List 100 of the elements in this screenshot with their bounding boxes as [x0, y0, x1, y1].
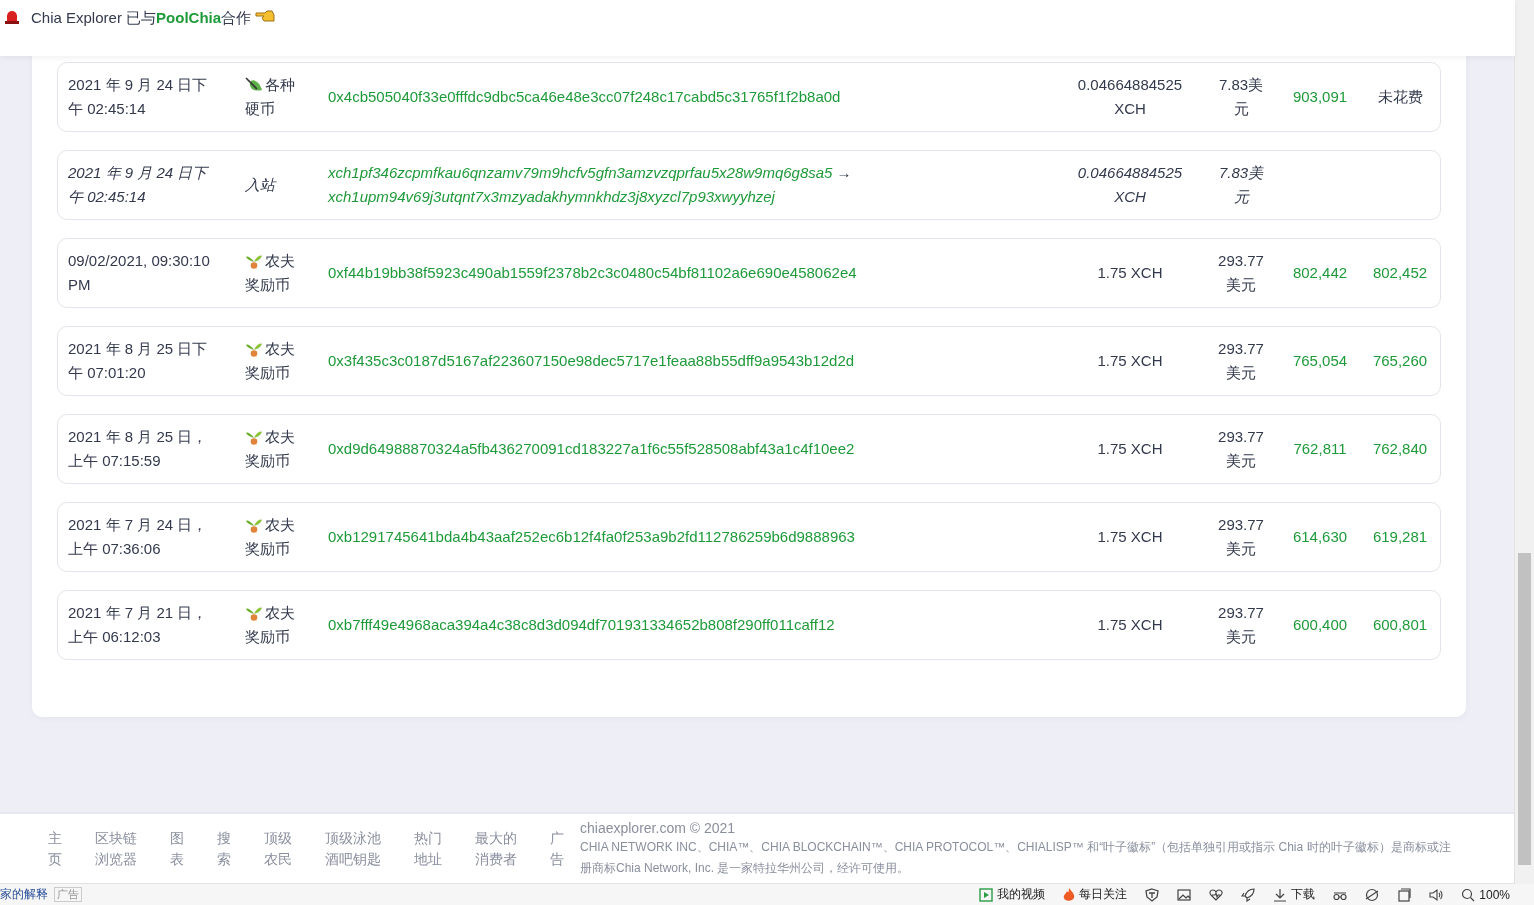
spent-block-text: 802,452 [1372, 263, 1428, 283]
footer-nav-link[interactable]: 顶级泳池酒吧钥匙 [325, 827, 381, 870]
spent-block-text: 未花费 [1377, 87, 1423, 107]
trademark-notice: CHIA NETWORK INC、CHIA™、CHIA BLOCKCHAIN™、CHIA PROTOCOL™、CHIALISP™ 和“叶子徽标”（包括单独引用或指示 Chia 时的叶子徽标）是商标或注册商标Chia Network, Inc. 是一家特拉华州公司，经许可使用。 [580, 838, 1452, 877]
siren-icon [3, 10, 21, 24]
coin-id-link[interactable]: 0xb1291745641bda4b43aaf252ec6b12f4fa0f253a9b2fd112786259b6d9888963 [328, 528, 855, 545]
status-bar-icon-button[interactable] [1145, 887, 1160, 902]
confirmed-block-link[interactable]: 903,091 [1292, 85, 1348, 109]
amount-text: 0.04664884525 XCH [1076, 75, 1184, 119]
coin-id-link[interactable]: 0xf44b19bb38f5923c490ab1559f2378b2c3c0480c54bf81102a6e690e458062e4 [328, 264, 857, 281]
type-text: 奖励币 [245, 363, 290, 383]
scrollbar[interactable] [1514, 0, 1534, 884]
shield-icon [1145, 887, 1160, 902]
type-text: 硬币 [245, 99, 275, 119]
speaker-icon [1429, 887, 1444, 902]
type-text: 奖励币 [245, 627, 290, 647]
footer-nav-link[interactable]: 最大的消费者 [475, 827, 517, 870]
leaf-icon [245, 77, 263, 93]
date-text: 2021 年 8 月 25 日下午 07:01:20 [68, 339, 209, 383]
confirmed-block-link[interactable]: 600,400 [1292, 613, 1348, 637]
amount-text: 1.75 XCH [1096, 263, 1164, 283]
status-bar-button[interactable]: 每日关注 [1063, 886, 1128, 903]
usd-value: 293.77 美元 [1217, 603, 1265, 647]
type-text: 农夫 [265, 427, 295, 447]
scrollbar-thumb[interactable] [1518, 553, 1531, 865]
address-link[interactable]: xch1upm94v69j3utqnt7x3mzyadakhymnkhdz3j8xyzcl7p93xwyyhzej [328, 185, 775, 209]
usd-value: 293.77 美元 [1217, 251, 1265, 295]
footer-nav-link[interactable]: 主页 [48, 827, 62, 870]
type-text: 农夫 [265, 339, 295, 359]
spent-block-text: 619,281 [1372, 527, 1428, 547]
globe-icon [1365, 887, 1380, 902]
status-bar-button[interactable]: 100% [1461, 887, 1510, 902]
status-bar-icon-button[interactable] [1241, 887, 1256, 902]
sprout-icon [245, 253, 263, 269]
type-text: 各种 [265, 75, 295, 95]
type-text: 入站 [245, 175, 275, 195]
usd-value: 7.83美元 [1217, 75, 1265, 119]
rocket-icon [1241, 887, 1256, 902]
confirmed-block-link[interactable]: 802,442 [1292, 261, 1348, 285]
address-link[interactable]: xch1pf346zcpmfkau6qnzamv79m9hcfv5gfn3amzvzqprfau5x28w9mq6g8sa5 [328, 161, 833, 185]
confirmed-block-link[interactable]: 762,811 [1293, 437, 1347, 461]
announcement-text: Chia Explorer 已与PoolChia合作 [31, 9, 252, 27]
sprout-icon [245, 605, 263, 621]
type-text: 奖励币 [245, 539, 290, 559]
status-bar-icon-button[interactable] [1209, 887, 1224, 902]
ad-badge: 广告 [54, 887, 82, 902]
zoom-icon [1461, 887, 1476, 902]
footer-nav-link[interactable]: 广告 [550, 827, 564, 870]
amount-text: 1.75 XCH [1096, 527, 1164, 547]
footer-nav-link[interactable]: 图表 [170, 827, 184, 870]
date-text: 2021 年 7 月 24 日，上午 07:36:06 [68, 515, 209, 559]
status-bar-icon-button[interactable] [1397, 887, 1412, 902]
play-icon [979, 887, 994, 902]
image-icon [1177, 887, 1192, 902]
type-text: 农夫 [265, 603, 295, 623]
usd-value: 293.77 美元 [1217, 339, 1265, 383]
status-bar-icon-button[interactable] [1365, 887, 1380, 902]
download-icon [1273, 887, 1288, 902]
date-text: 2021 年 8 月 25 日，上午 07:15:59 [68, 427, 209, 471]
status-link[interactable]: 家的解释 [0, 886, 48, 903]
status-bar-icon-button[interactable] [1177, 887, 1192, 902]
flame-icon [1063, 887, 1076, 902]
status-bar-icon-button[interactable] [1429, 887, 1444, 902]
pointing-hand-icon [255, 9, 276, 23]
date-text: 09/02/2021, 09:30:10 PM [68, 251, 211, 295]
spent-block-text: 600,801 [1372, 615, 1428, 635]
arrow-text: → [836, 163, 852, 183]
coin-id-link[interactable]: 0x3f435c3c0187d5167af223607150e98dec5717e1feaa88b55dff9a9543b12d2d [328, 352, 855, 369]
amount-text: 1.75 XCH [1096, 351, 1164, 371]
date-text: 2021 年 9 月 24 日下午 02:45:14 [68, 163, 210, 207]
sprout-icon [245, 341, 263, 357]
coin-id-link[interactable]: 0xd9d64988870324a5fb436270091cd183227a1f6c55f528508abf43a1c4f10ee2 [328, 440, 855, 457]
footer-nav-link[interactable]: 搜索 [217, 827, 231, 870]
status-bar-button[interactable]: 下载 [1273, 886, 1316, 903]
coin-id-link[interactable]: 0xb7fff49e4968aca394a4c38c8d3d094df701931334652b808f290ff011caff12 [328, 616, 835, 633]
status-bar-button[interactable]: 我的视频 [979, 886, 1046, 903]
date-text: 2021 年 7 月 21 日，上午 06:12:03 [68, 603, 209, 647]
footer-nav-link[interactable]: 区块链浏览器 [95, 827, 137, 870]
coin-id-link[interactable]: 0x4cb505040f33e0fffdc9dbc5ca46e48e3cc07f248c17cabd5c31765f1f2b8a0d [328, 88, 841, 105]
amount-text: 1.75 XCH [1096, 439, 1164, 459]
copyright-text: chiaexplorer.com © 2021 [580, 818, 737, 837]
type-text: 农夫 [265, 515, 295, 535]
heartbeat-icon [1209, 887, 1224, 902]
footer-nav-link[interactable]: 热门地址 [414, 827, 442, 870]
usd-value: 293.77 美元 [1217, 427, 1265, 471]
footer-nav-link[interactable]: 顶级农民 [264, 827, 292, 870]
amount-text: 0.04664884525 XCH [1076, 163, 1184, 207]
confirmed-block-link[interactable]: 614,630 [1292, 525, 1348, 549]
usd-value: 7.83美元 [1217, 163, 1265, 207]
type-text: 奖励币 [245, 451, 290, 471]
sprout-icon [245, 517, 263, 533]
spent-block-text: 765,260 [1372, 351, 1428, 371]
window-icon [1397, 887, 1412, 902]
sprout-icon [245, 429, 263, 445]
amount-text: 1.75 XCH [1096, 615, 1164, 635]
confirmed-block-link[interactable]: 765,054 [1292, 349, 1348, 373]
type-text: 农夫 [265, 251, 295, 271]
spent-block-text: 762,840 [1372, 439, 1428, 459]
date-text: 2021 年 9 月 24 日下午 02:45:14 [68, 75, 209, 119]
type-text: 奖励币 [245, 275, 290, 295]
